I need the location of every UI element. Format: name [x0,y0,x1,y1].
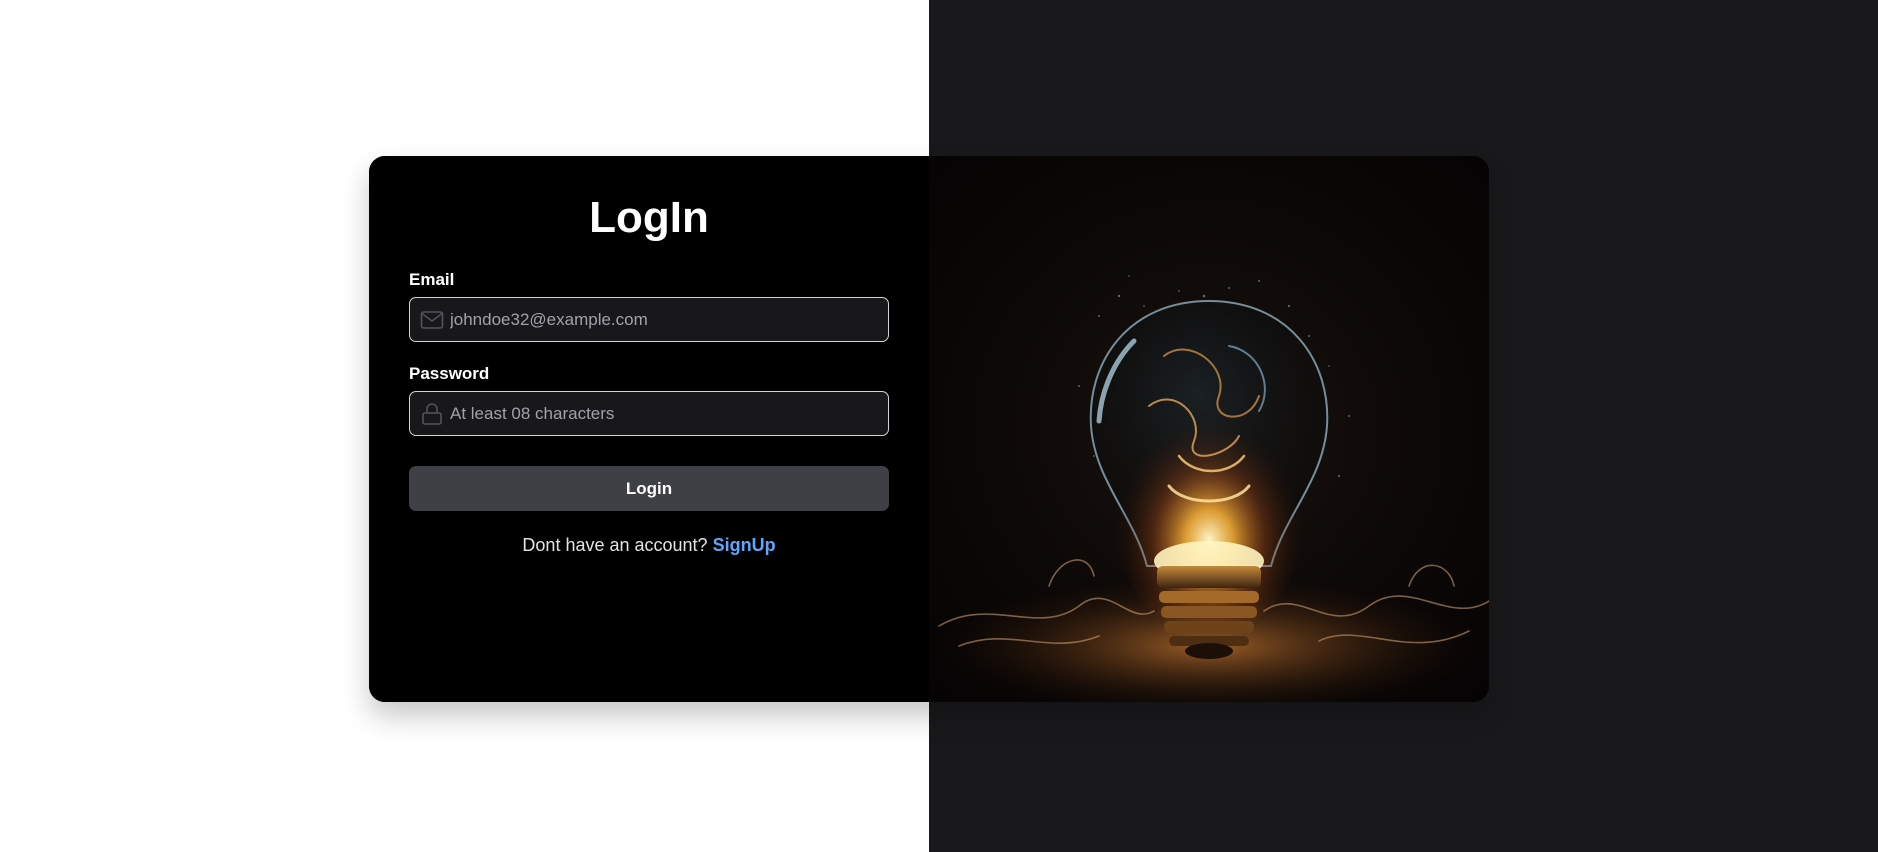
signup-link[interactable]: SignUp [713,535,776,555]
mail-icon [420,308,444,332]
hero-image [929,156,1489,702]
password-label: Password [409,364,490,383]
lock-icon [420,402,444,426]
login-form-panel: LogIn Email Password [369,156,929,702]
login-card: LogIn Email Password [369,156,1489,702]
signup-prompt: Dont have an account? [522,535,708,555]
signup-row: Dont have an account? SignUp [409,535,889,556]
email-label: Email [409,270,455,289]
email-input[interactable] [444,297,888,342]
page: LogIn Email Password [0,0,1878,852]
password-input[interactable] [444,391,888,436]
login-button[interactable]: Login [409,466,889,511]
email-field[interactable] [409,297,889,342]
lightbulb-illustration [929,275,1489,702]
password-field[interactable] [409,391,889,436]
page-title: LogIn [589,193,709,242]
